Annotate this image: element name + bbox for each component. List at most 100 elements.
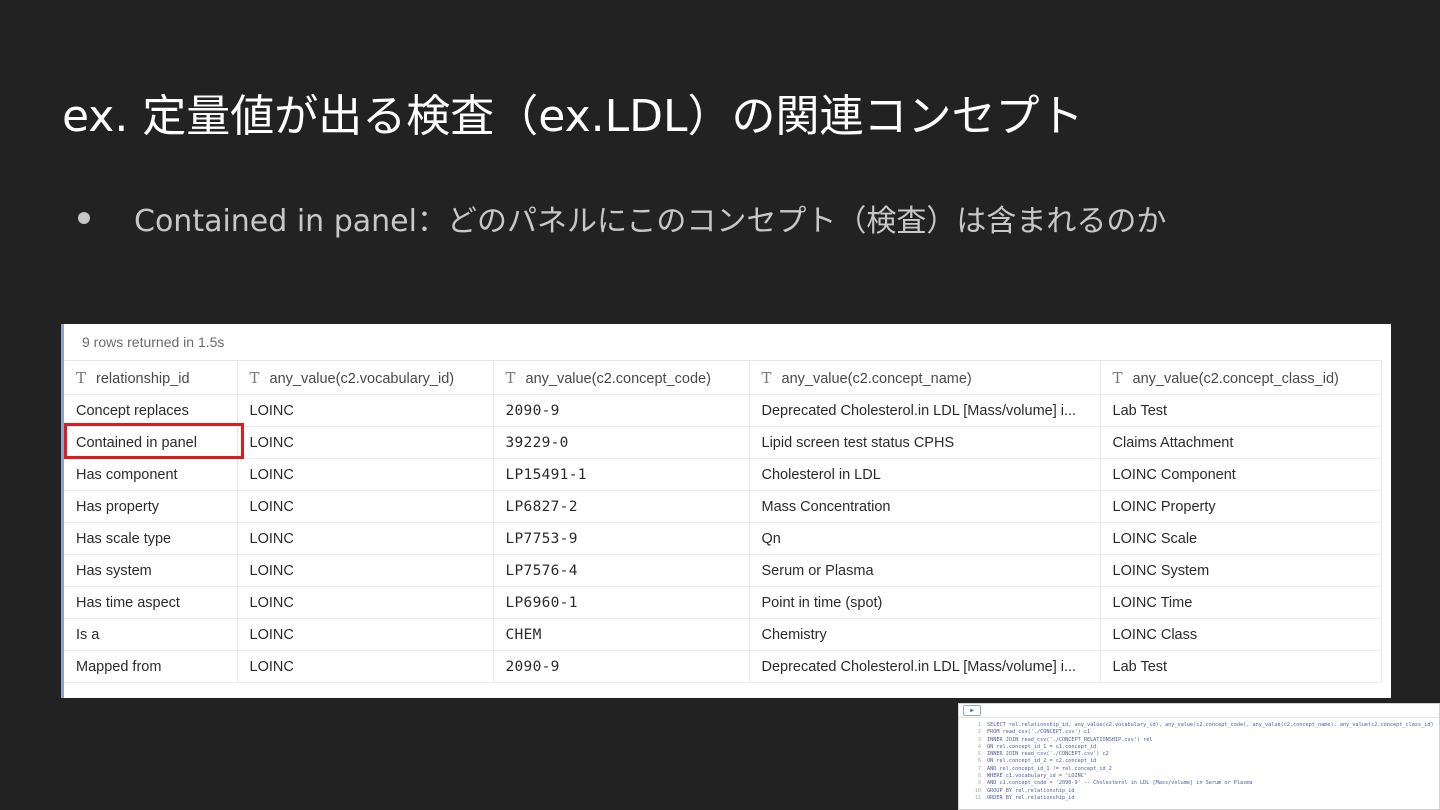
result-table: Trelationship_id Tany_value(c2.vocabular…	[64, 360, 1382, 683]
line-number: 8	[977, 773, 981, 780]
line-number: 1	[977, 722, 981, 728]
table-cell[interactable]: LOINC Scale	[1100, 522, 1382, 555]
sql-code: 1 SELECT rel.relationship_id, any_value(c…	[959, 718, 1439, 802]
column-header[interactable]: Tany_value(c2.concept_name)	[749, 360, 1101, 395]
result-rows: Concept replaces LOINC 2090-9 Deprecated Ch…	[64, 394, 1382, 683]
table-row[interactable]: Has property LOINC LP6827-2 Mass Concentrat…	[64, 490, 1382, 523]
table-cell[interactable]: LOINC	[237, 618, 494, 651]
bullet-dot	[78, 212, 90, 224]
table-cell[interactable]: Has scale type	[64, 522, 238, 555]
sql-code-text: WHERE c1.vocabulary_id = 'LOINC'	[987, 773, 1087, 780]
sql-code-text: INNER JOIN read_csv('./CONCEPT_RELATIONS…	[987, 736, 1153, 743]
table-cell[interactable]: LP6960-1	[493, 586, 750, 619]
table-cell[interactable]: LOINC Time	[1100, 586, 1382, 619]
table-cell[interactable]: Lipid screen test status CPHS	[749, 426, 1101, 459]
table-row[interactable]: Is a LOINC CHEM Chemistry LOINC Class	[64, 618, 1382, 651]
table-cell[interactable]: LOINC	[237, 522, 494, 555]
table-cell[interactable]: LOINC System	[1100, 554, 1382, 587]
table-cell[interactable]: Deprecated Cholesterol.in LDL [Mass/volu…	[749, 650, 1101, 683]
table-cell[interactable]: Is a	[64, 618, 238, 651]
line-number: 6	[977, 758, 981, 765]
table-cell[interactable]: Claims Attachment	[1100, 426, 1382, 459]
table-cell[interactable]: Cholesterol in LDL	[749, 458, 1101, 491]
table-row[interactable]: Has system LOINC LP7576-4 Serum or Plasma LO…	[64, 554, 1382, 587]
table-cell[interactable]: CHEM	[493, 618, 750, 651]
line-number: 4	[977, 743, 981, 750]
bullet-text: Contained in panel：どのパネルにこのコンセプト（検査）は含まれ…	[134, 204, 1167, 239]
table-cell[interactable]: Has property	[64, 490, 238, 523]
table-row[interactable]: Has time aspect LOINC LP6960-1 Point in tim…	[64, 586, 1382, 619]
table-cell[interactable]: Serum or Plasma	[749, 554, 1101, 587]
query-result-panel: 9 rows returned in 1.5s Trelationship_id…	[61, 324, 1391, 698]
table-cell[interactable]: Concept replaces	[64, 394, 238, 427]
table-cell[interactable]: LOINC	[237, 650, 494, 683]
sql-line: 9 AND c1.concept_code = '2090-9' -- Chol…	[959, 780, 1439, 787]
table-cell[interactable]: 2090-9	[493, 394, 750, 427]
column-header[interactable]: Tany_value(c2.concept_class_id)	[1100, 360, 1382, 395]
table-cell[interactable]: LOINC Property	[1100, 490, 1382, 523]
sql-toolbar: ▶	[959, 704, 1439, 718]
table-cell[interactable]: Has time aspect	[64, 586, 238, 619]
table-cell[interactable]: Point in time (spot)	[749, 586, 1101, 619]
sql-line: 3 INNER JOIN read_csv('./CONCEPT_RELATION…	[959, 737, 1439, 744]
line-number: 11	[974, 794, 981, 801]
table-cell[interactable]: LOINC	[237, 394, 494, 427]
sql-line: 8 WHERE c1.vocabulary_id = 'LOINC'	[959, 773, 1439, 780]
table-cell[interactable]: LOINC	[237, 586, 494, 619]
table-cell[interactable]: Lab Test	[1100, 394, 1382, 427]
table-row[interactable]: Mapped from LOINC 2090-9 Deprecated Cholest…	[64, 650, 1382, 683]
sql-code-text: ORDER BY rel.relationship_id	[987, 794, 1075, 801]
table-cell[interactable]: Mass Concentration	[749, 490, 1101, 523]
text-type-icon: T	[505, 368, 516, 387]
table-cell[interactable]: Chemistry	[749, 618, 1101, 651]
table-cell[interactable]: 2090-9	[493, 650, 750, 683]
sql-editor-thumbnail: ▶ 1 SELECT rel.relationship_id, any_value…	[958, 703, 1440, 810]
table-cell[interactable]: LOINC	[237, 490, 494, 523]
sql-line: 6 ON rel.concept_id_2 = c2.concept_id	[959, 758, 1439, 765]
sql-line: 4 ON rel.concept_id_1 = c1.concept_id	[959, 744, 1439, 751]
sql-code-text: AND c1.concept_code = '2090-9' -- Choles…	[987, 780, 1253, 787]
table-cell[interactable]: LP7753-9	[493, 522, 750, 555]
table-cell[interactable]: LOINC	[237, 458, 494, 491]
table-cell[interactable]: Has system	[64, 554, 238, 587]
sql-code-text: ON rel.concept_id_1 = c1.concept_id	[987, 743, 1097, 750]
sql-line: 11 ORDER BY rel.relationship_id	[959, 795, 1439, 802]
text-type-icon: T	[1112, 368, 1123, 387]
table-cell[interactable]: Has component	[64, 458, 238, 491]
sql-line: 2 FROM read_csv('./CONCEPT.csv') c1	[959, 729, 1439, 736]
text-type-icon: T	[249, 368, 260, 387]
run-button[interactable]: ▶	[963, 705, 981, 716]
table-cell[interactable]: Lab Test	[1100, 650, 1382, 683]
bullet-item: Contained in panel：どのパネルにこのコンセプト（検査）は含まれ…	[78, 196, 1166, 240]
column-header[interactable]: Tany_value(c2.vocabulary_id)	[237, 360, 494, 395]
table-cell[interactable]: LP7576-4	[493, 554, 750, 587]
table-cell[interactable]: LP6827-2	[493, 490, 750, 523]
table-row[interactable]: Has scale type LOINC LP7753-9 Qn LOINC Scale	[64, 522, 1382, 555]
table-cell[interactable]: LP15491-1	[493, 458, 750, 491]
sql-code-text: SELECT rel.relationship_id, any_value(c2…	[987, 722, 1434, 728]
sql-code-text: ON rel.concept_id_2 = c2.concept_id	[987, 758, 1097, 765]
line-number: 10	[974, 787, 981, 794]
sql-line: 10 GROUP BY rel.relationship_id	[959, 788, 1439, 795]
table-cell[interactable]: LOINC Component	[1100, 458, 1382, 491]
table-cell[interactable]: LOINC	[237, 426, 494, 459]
sql-code-text: FROM read_csv('./CONCEPT.csv') c1	[987, 729, 1091, 736]
column-header[interactable]: Tany_value(c2.concept_code)	[493, 360, 750, 395]
table-row[interactable]: Has component LOINC LP15491-1 Cholesterol i…	[64, 458, 1382, 491]
table-cell[interactable]: LOINC	[237, 554, 494, 587]
table-cell[interactable]: LOINC Class	[1100, 618, 1382, 651]
table-cell[interactable]: Mapped from	[64, 650, 238, 683]
table-cell[interactable]: Deprecated Cholesterol.in LDL [Mass/volu…	[749, 394, 1101, 427]
line-number: 3	[977, 736, 981, 743]
sql-line: 7 AND rel.concept_id_1 != rel.concept_id…	[959, 766, 1439, 773]
table-row[interactable]: Concept replaces LOINC 2090-9 Deprecated Ch…	[64, 394, 1382, 427]
column-header[interactable]: Trelationship_id	[64, 360, 238, 395]
table-row[interactable]: Contained in panel LOINC 39229-0 Lipid scre…	[64, 426, 1382, 459]
line-number: 7	[977, 765, 981, 772]
sql-line: 1 SELECT rel.relationship_id, any_value(c…	[959, 722, 1439, 729]
table-cell[interactable]: Qn	[749, 522, 1101, 555]
table-cell[interactable]: 39229-0	[493, 426, 750, 459]
slide-title: ex. 定量値が出る検査（ex.LDL）の関連コンセプト	[62, 91, 1084, 142]
sql-code-text: INNER JOIN read_csv('./CONCEPT.csv') c2	[987, 751, 1109, 758]
highlight-box	[64, 423, 244, 459]
